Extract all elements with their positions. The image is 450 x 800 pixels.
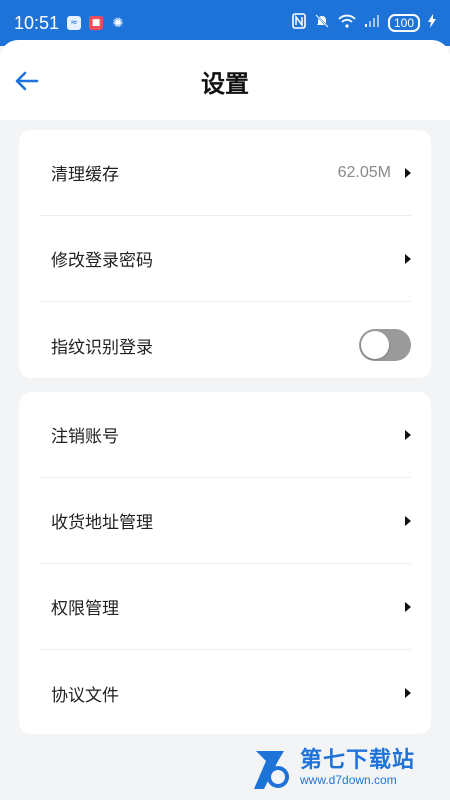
- settings-card-1: 清理缓存 62.05M 修改登录密码 指纹识别登录: [19, 130, 431, 378]
- clear-cache-label: 清理缓存: [51, 165, 119, 185]
- deactivate-account-row[interactable]: 注销账号: [39, 392, 411, 478]
- agreement-documents-row[interactable]: 协议文件: [39, 650, 411, 736]
- toggle-knob: [361, 331, 389, 359]
- agreement-documents-label: 协议文件: [51, 685, 119, 706]
- shipping-address-row[interactable]: 收货地址管理: [39, 478, 411, 564]
- app-swirl-icon: ✺: [112, 15, 124, 31]
- wifi-icon: [338, 14, 356, 32]
- app-notification-icon: ≈: [67, 16, 82, 30]
- header: 设置: [0, 40, 450, 120]
- battery-icon: 100: [387, 14, 420, 32]
- fingerprint-login-label: 指纹识别登录: [51, 337, 153, 358]
- watermark-title: 第七下载站: [300, 747, 416, 773]
- change-password-row[interactable]: 修改登录密码: [39, 216, 411, 302]
- status-left: 10:51 ≈ ■ ✺: [14, 13, 125, 34]
- change-password-right: [405, 253, 411, 264]
- watermark-text: 第七下载站 www.d7down.com: [300, 747, 416, 789]
- chevron-right-icon: [405, 429, 411, 440]
- chevron-right-icon: [405, 601, 411, 612]
- deactivate-account-label: 注销账号: [51, 427, 119, 447]
- page-title: 设置: [201, 70, 249, 98]
- clear-cache-row[interactable]: 清理缓存 62.05M: [39, 130, 411, 216]
- permission-management-row[interactable]: 权限管理: [39, 564, 411, 650]
- chevron-right-icon: [405, 688, 411, 698]
- bell-off-icon: [314, 13, 330, 33]
- watermark-logo-icon: [250, 747, 292, 791]
- chevron-right-icon: [405, 167, 411, 178]
- fingerprint-toggle[interactable]: [359, 329, 411, 361]
- watermark: 第七下载站 www.d7down.com: [250, 746, 440, 792]
- cache-size-value: 62.05M: [337, 163, 391, 181]
- signal-icon: [364, 14, 380, 32]
- fingerprint-login-row: 指纹识别登录: [39, 302, 411, 388]
- chevron-right-icon: [405, 253, 411, 264]
- watermark-url: www.d7down.com: [300, 772, 397, 787]
- clear-cache-right: 62.05M: [338, 164, 411, 182]
- charging-icon: [428, 14, 436, 32]
- chevron-right-icon: [405, 515, 411, 526]
- status-time: 10:51: [14, 12, 60, 33]
- app-red-icon: ■: [89, 16, 104, 30]
- shipping-address-label: 收货地址管理: [51, 513, 153, 533]
- settings-card-2: 注销账号 收货地址管理 权限管理 协议文件: [19, 392, 431, 734]
- nfc-icon: [292, 13, 306, 33]
- status-right: 100: [292, 13, 436, 33]
- change-password-label: 修改登录密码: [51, 251, 153, 271]
- permission-management-label: 权限管理: [51, 599, 119, 619]
